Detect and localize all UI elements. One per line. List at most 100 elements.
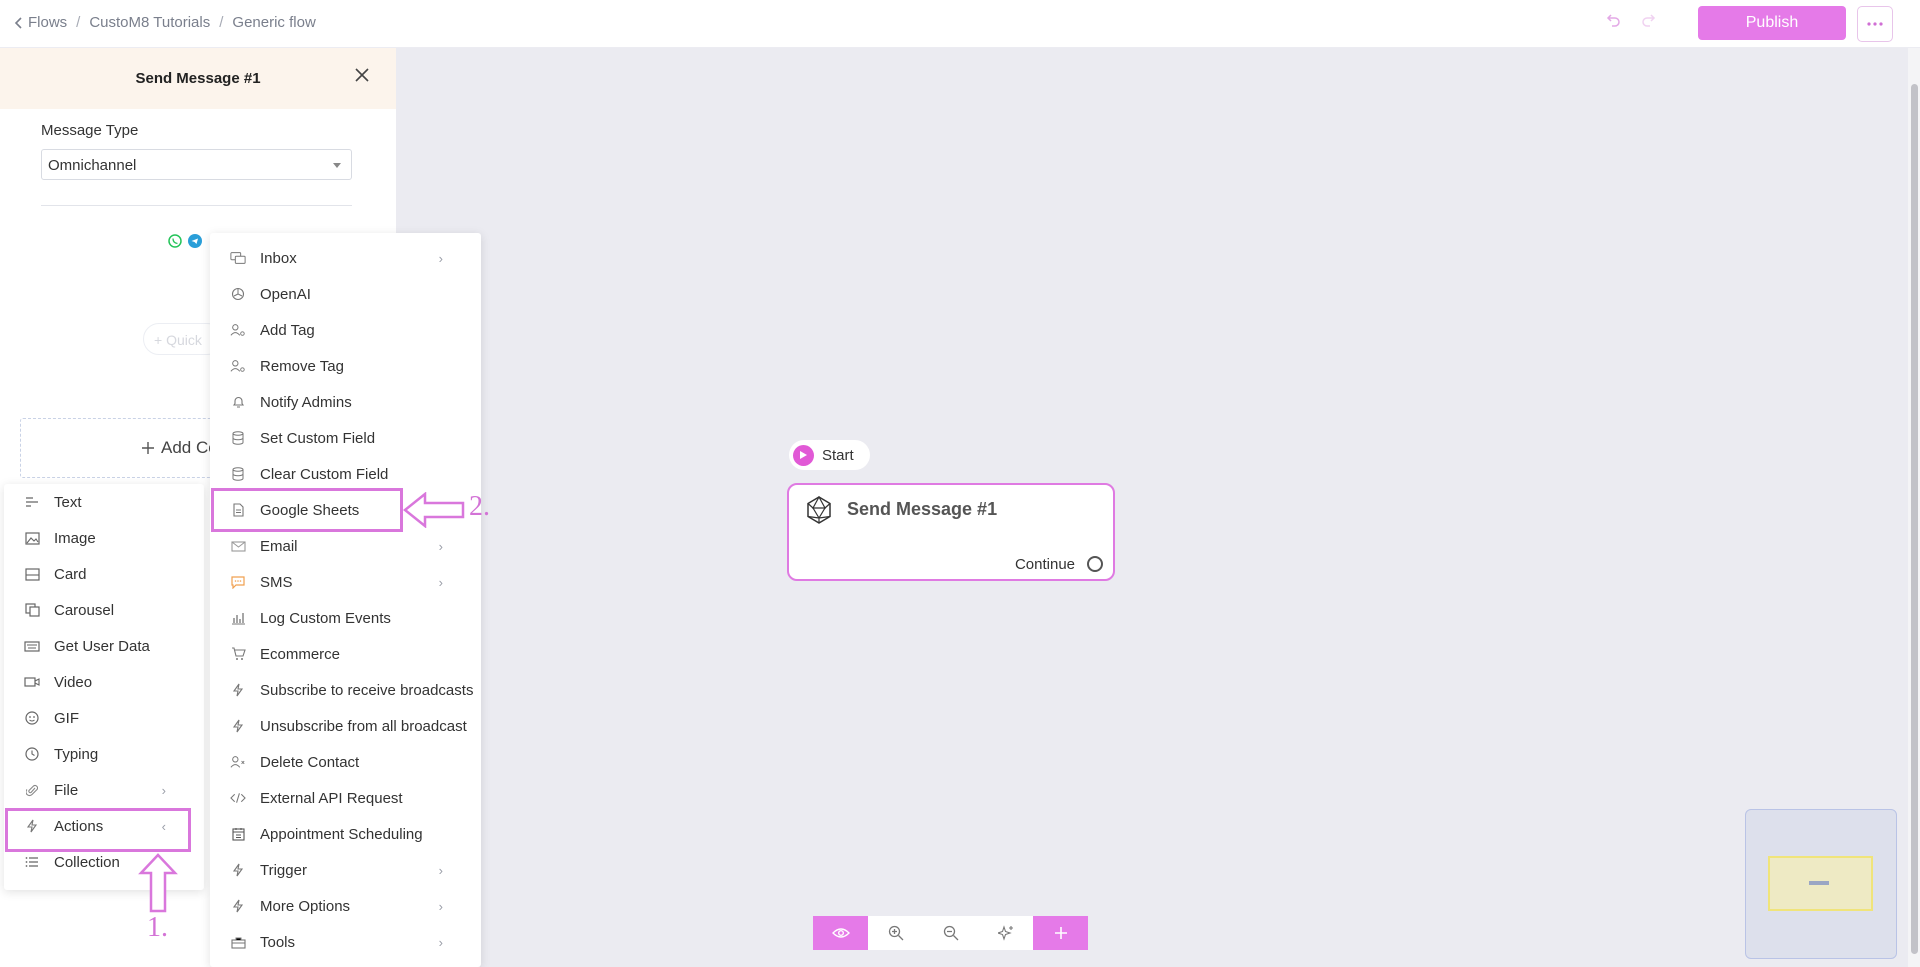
chat-icon — [230, 250, 246, 266]
more-options-button[interactable] — [1857, 6, 1893, 42]
paperclip-icon — [24, 782, 40, 798]
more-dots-icon — [1867, 22, 1883, 26]
message-type-select[interactable]: Omnichannel — [41, 149, 352, 180]
image-icon — [24, 530, 40, 546]
minimap[interactable] — [1745, 809, 1897, 959]
annotation-arrow-up — [138, 853, 178, 913]
keyboard-icon — [24, 638, 40, 654]
action-openai[interactable]: OpenAI — [210, 279, 481, 309]
sms-icon — [230, 574, 246, 590]
code-icon — [230, 790, 246, 806]
video-icon — [24, 674, 40, 690]
channel-icons — [168, 234, 202, 248]
eye-icon — [831, 928, 850, 938]
publish-button[interactable]: Publish — [1698, 6, 1846, 40]
annotation-step-2: 2. — [469, 491, 490, 522]
menu-item-gif[interactable]: GIF — [4, 703, 204, 733]
action-more-options[interactable]: More Options › — [210, 891, 481, 921]
menu-item-typing[interactable]: Typing — [4, 739, 204, 769]
auto-arrange-button[interactable] — [978, 916, 1033, 950]
action-trigger[interactable]: Trigger › — [210, 855, 481, 885]
minimap-node — [1809, 881, 1829, 885]
caret-down-icon — [333, 163, 341, 168]
openai-icon — [230, 286, 246, 302]
action-log-custom-events[interactable]: Log Custom Events — [210, 603, 481, 633]
actions-submenu: Inbox › OpenAI Add Tag Remove Tag Notify… — [210, 233, 481, 967]
cart-icon — [230, 646, 246, 662]
play-icon — [793, 444, 814, 466]
chevron-right-icon: › — [438, 934, 443, 950]
undo-redo-group — [1606, 12, 1656, 28]
redo-icon[interactable] — [1640, 12, 1656, 28]
action-email[interactable]: Email › — [210, 531, 481, 561]
text-lines-icon — [24, 494, 40, 510]
action-notify-admins[interactable]: Notify Admins — [210, 387, 481, 417]
action-external-api-request[interactable]: External API Request — [210, 783, 481, 813]
menu-item-video[interactable]: Video — [4, 667, 204, 697]
continue-label: Continue — [1014, 556, 1075, 573]
start-node[interactable]: Start — [789, 440, 870, 470]
bolt-icon — [230, 862, 246, 878]
toolbox-icon — [230, 934, 246, 950]
action-subscribe-broadcasts[interactable]: Subscribe to receive broadcasts — [210, 675, 481, 705]
action-clear-custom-field[interactable]: Clear Custom Field — [210, 459, 481, 489]
undo-icon[interactable] — [1606, 12, 1622, 28]
send-message-node[interactable]: Send Message #1 Continue — [787, 483, 1115, 581]
zoom-out-icon — [943, 925, 958, 941]
action-sms[interactable]: SMS › — [210, 567, 481, 597]
annotation-step-1: 1. — [147, 912, 168, 943]
canvas-toolbar — [813, 916, 1088, 950]
chevron-left-icon — [14, 16, 22, 29]
zoom-in-icon — [888, 925, 903, 941]
bolt-icon — [24, 818, 40, 834]
clock-icon — [24, 746, 40, 762]
menu-item-image[interactable]: Image — [4, 523, 204, 553]
action-remove-tag[interactable]: Remove Tag — [210, 351, 481, 381]
breadcrumb-flows[interactable]: Flows — [28, 14, 67, 31]
breadcrumb: Flows / CustoM8 Tutorials / Generic flow — [14, 14, 316, 31]
bell-icon — [230, 394, 246, 410]
chevron-right-icon: › — [161, 782, 166, 798]
whatsapp-icon — [168, 234, 182, 248]
user-tag-icon — [230, 322, 246, 338]
menu-item-file[interactable]: File › — [4, 775, 204, 805]
vertical-scrollbar[interactable] — [1908, 48, 1920, 967]
breadcrumb-current: Generic flow — [232, 14, 316, 31]
breadcrumb-back[interactable]: Flows — [14, 14, 67, 31]
panel-title: Send Message #1 — [135, 70, 261, 87]
panel-header: Send Message #1 — [0, 48, 396, 109]
card-icon — [24, 566, 40, 582]
database-icon — [230, 466, 246, 482]
continue-port[interactable] — [1087, 556, 1103, 572]
gif-icon — [24, 710, 40, 726]
action-tools[interactable]: Tools › — [210, 927, 481, 957]
message-type-value: Omnichannel — [48, 157, 137, 174]
menu-item-text[interactable]: Text — [4, 487, 204, 517]
menu-item-carousel[interactable]: Carousel — [4, 595, 204, 625]
zoom-out-button[interactable] — [923, 916, 978, 950]
menu-item-actions[interactable]: Actions ‹ — [4, 811, 204, 841]
add-node-button[interactable] — [1033, 916, 1088, 950]
action-appointment-scheduling[interactable]: Appointment Scheduling — [210, 819, 481, 849]
action-add-tag[interactable]: Add Tag — [210, 315, 481, 345]
scroll-thumb[interactable] — [1911, 84, 1918, 954]
chevron-right-icon: › — [438, 250, 443, 266]
annotation-arrow-left — [403, 492, 465, 528]
chevron-right-icon: › — [438, 898, 443, 914]
action-unsubscribe-broadcast[interactable]: Unsubscribe from all broadcast — [210, 711, 481, 741]
action-inbox[interactable]: Inbox › — [210, 243, 481, 273]
zoom-in-button[interactable] — [868, 916, 923, 950]
action-ecommerce[interactable]: Ecommerce — [210, 639, 481, 669]
bolt-icon — [230, 718, 246, 734]
close-icon[interactable] — [355, 68, 369, 82]
icosahedron-icon — [807, 496, 831, 524]
chevron-right-icon: › — [438, 862, 443, 878]
menu-item-card[interactable]: Card — [4, 559, 204, 589]
chart-icon — [230, 610, 246, 626]
preview-button[interactable] — [813, 916, 868, 950]
breadcrumb-folder[interactable]: CustoM8 Tutorials — [89, 14, 210, 31]
bolt-icon — [230, 682, 246, 698]
menu-item-get-user-data[interactable]: Get User Data — [4, 631, 204, 661]
action-delete-contact[interactable]: Delete Contact — [210, 747, 481, 777]
action-set-custom-field[interactable]: Set Custom Field — [210, 423, 481, 453]
